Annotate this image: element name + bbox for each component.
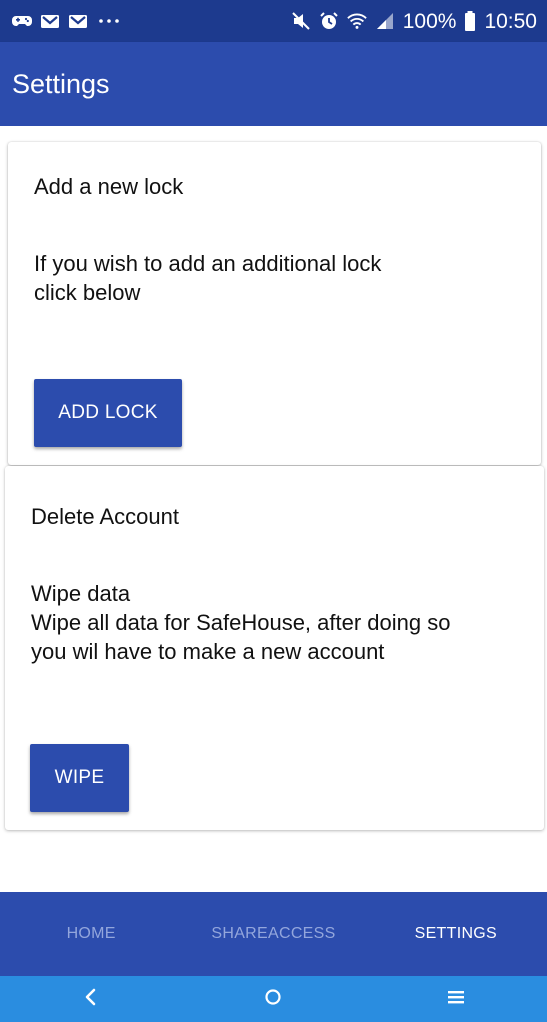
tab-shareaccess[interactable]: SHAREACCESS: [182, 892, 364, 976]
wipe-data-description: Wipe data Wipe all data for SafeHouse, a…: [31, 579, 450, 666]
tab-settings[interactable]: SETTINGS: [365, 892, 547, 976]
alarm-icon: [319, 11, 339, 31]
back-button[interactable]: [61, 976, 121, 1022]
add-lock-description: If you wish to add an additional lock cl…: [34, 249, 381, 307]
recents-button[interactable]: [426, 976, 486, 1022]
tab-home[interactable]: HOME: [0, 892, 182, 976]
status-left-icons: [12, 11, 122, 31]
app-bar: Settings: [0, 42, 547, 126]
page-title: Settings: [12, 68, 110, 99]
add-lock-card: Add a new lock If you wish to add an add…: [8, 142, 541, 465]
home-icon: [264, 988, 282, 1011]
system-nav-bar: [0, 976, 547, 1022]
add-lock-heading: Add a new lock: [34, 174, 184, 199]
delete-account-heading: Delete Account: [31, 504, 179, 529]
status-bar: 100% 10:50: [0, 0, 547, 42]
delete-account-card: Delete Account Wipe data Wipe all data f…: [5, 466, 544, 830]
back-icon: [83, 988, 99, 1011]
settings-content[interactable]: Add a new lock If you wish to add an add…: [0, 126, 547, 892]
add-lock-description-line1: If you wish to add an additional lock: [34, 251, 382, 276]
wipe-data-description-line2: you wil have to make a new account: [31, 639, 385, 664]
mute-icon: [291, 11, 311, 31]
gmail-icon: [68, 11, 88, 31]
clock: 10:50: [484, 9, 537, 33]
battery-icon: [464, 11, 476, 31]
add-lock-description-line2: click below: [34, 280, 141, 305]
wipe-data-description-line1: Wipe all data for SafeHouse, after doing…: [31, 610, 451, 635]
status-right-icons: 100% 10:50: [291, 11, 537, 32]
bottom-tab-bar: HOME SHAREACCESS SETTINGS: [0, 892, 547, 976]
home-button[interactable]: [243, 976, 303, 1022]
wipe-data-subheading: Wipe data: [31, 581, 131, 606]
battery-percent: 100%: [402, 9, 457, 33]
signal-icon: [375, 11, 395, 31]
more-notifications-icon: [96, 11, 122, 31]
wifi-icon: [346, 11, 367, 31]
recents-icon: [446, 989, 466, 1010]
add-lock-button[interactable]: ADD LOCK: [34, 379, 182, 447]
wipe-button[interactable]: WIPE: [30, 744, 129, 812]
gmail-icon: [40, 11, 60, 31]
game-controller-icon: [12, 11, 32, 31]
